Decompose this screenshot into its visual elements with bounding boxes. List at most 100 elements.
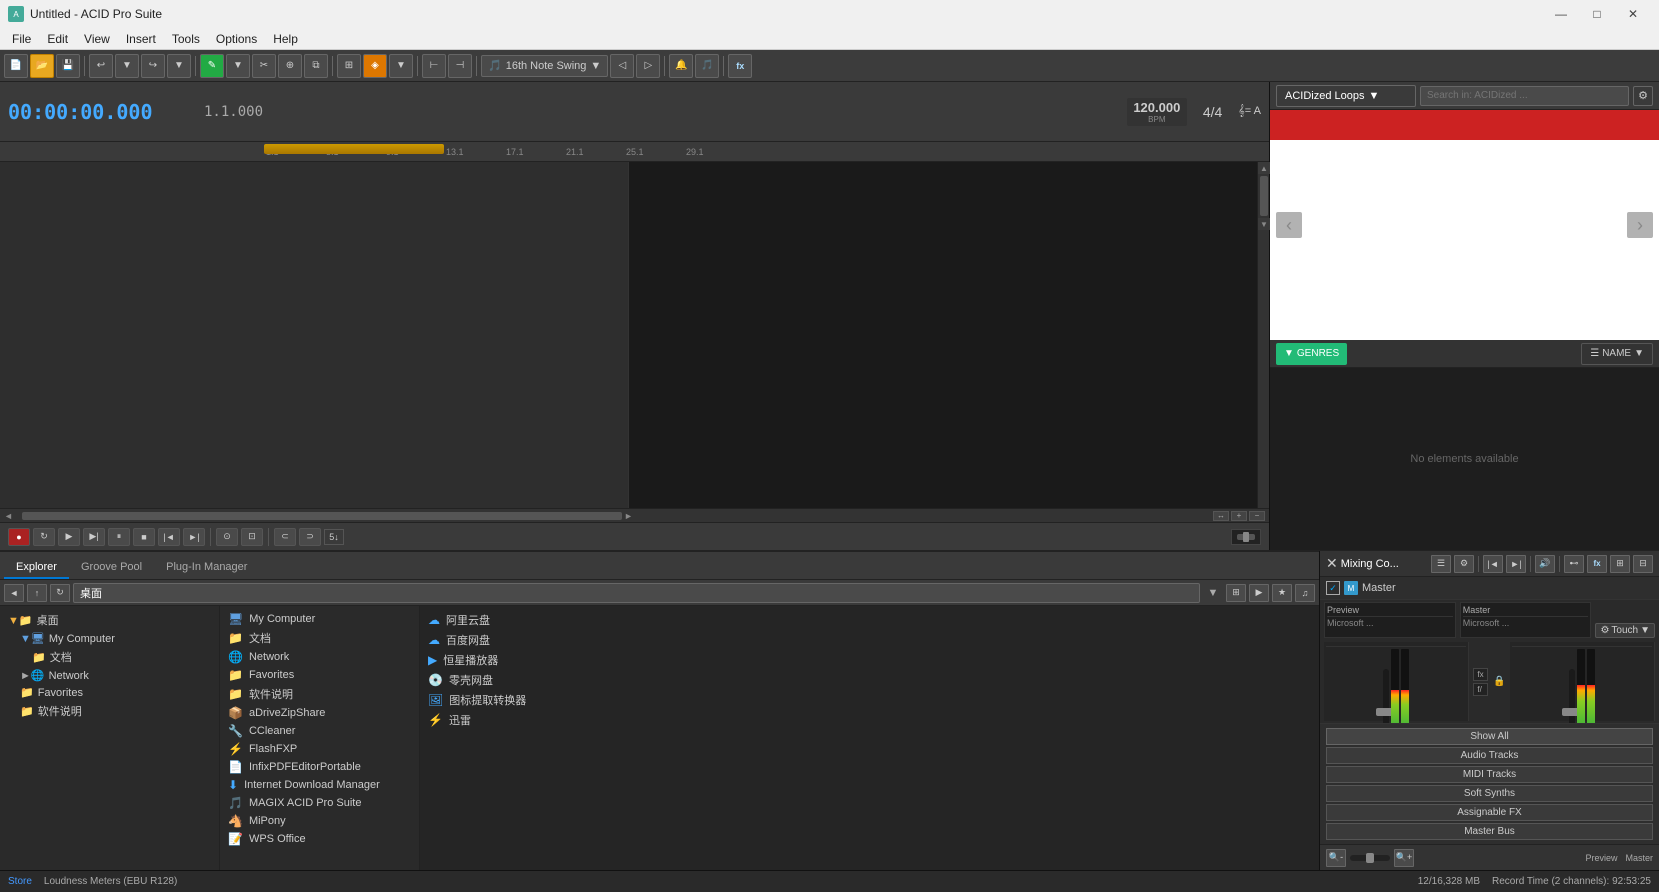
close-button[interactable]: ✕ [1615,0,1651,28]
save-button[interactable]: 💾 [56,54,80,78]
loop-dropdown[interactable]: ▼ [389,54,413,78]
maximize-button[interactable]: □ [1579,0,1615,28]
fx-route-btn-1[interactable]: fx [1473,668,1487,681]
loop-mode[interactable]: ⊙ [216,528,238,546]
undo-btn[interactable]: ↩ [89,54,113,78]
tab-explorer[interactable]: Explorer [4,557,69,579]
mix-settings-btn[interactable]: ⚙ [1454,555,1474,573]
glue-btn[interactable]: ⊣ [448,54,472,78]
file-favorites[interactable]: 📁 Favorites [224,666,415,684]
swing-plus[interactable]: ▷ [636,54,660,78]
acid-settings-btn[interactable]: ⚙ [1633,86,1653,106]
acid-prev-button[interactable]: ‹ [1276,212,1302,238]
audio-tracks-filter[interactable]: Audio Tracks [1326,747,1653,764]
trim-btn[interactable]: ⊢ [422,54,446,78]
mixing-close[interactable]: ✕ [1326,555,1338,572]
hscroll-left[interactable]: ◄ [4,511,16,521]
path-input[interactable] [73,583,1200,603]
mix-fx-btn[interactable]: fx [1587,555,1607,573]
acid-library-dropdown[interactable]: ACIDized Loops ▼ [1276,85,1416,107]
soft-synths-filter[interactable]: Soft Synths [1326,785,1653,802]
tree-software[interactable]: 📁 软件说明 [4,701,215,721]
mix-plugin-btn[interactable]: ⊞ [1610,555,1630,573]
snap-btn[interactable]: ⊞ [337,54,361,78]
tree-mycomputer[interactable]: ▼🖥 My Computer [4,630,215,647]
file-mycomputer[interactable]: 🖥 My Computer [224,610,415,628]
cut-btn[interactable]: ✂ [252,54,276,78]
master-bus-filter[interactable]: Master Bus [1326,823,1653,840]
menu-file[interactable]: File [4,30,39,48]
file-magix[interactable]: 🎵 MAGIX ACID Pro Suite [224,794,415,812]
draw-btn[interactable]: ✎ [200,54,224,78]
menu-insert[interactable]: Insert [118,30,164,48]
loop-marker[interactable] [264,144,444,154]
loop-btn[interactable]: ◈ [363,54,387,78]
file-hengxing[interactable]: ▶ 恒星播放器 [424,650,1315,670]
acid-next-button[interactable]: › [1627,212,1653,238]
hscroll-thumb[interactable] [22,512,622,520]
tab-plugin-manager[interactable]: Plug-In Manager [154,557,259,579]
file-lingke[interactable]: 💿 零壳网盘 [424,670,1315,690]
file-xunlei[interactable]: ⚡ 迅雷 [424,710,1315,730]
scroll-thumb[interactable] [1260,176,1268,216]
explorer-autoplay[interactable]: ♫ [1295,584,1315,602]
file-software[interactable]: 📁 软件说明 [224,684,415,704]
mix-prev-btn[interactable]: |◄ [1483,555,1503,573]
punch-in[interactable]: ⊂ [274,528,296,546]
stop-button[interactable]: ■ [133,528,155,546]
explorer-preview-toggle[interactable]: ▶ [1249,584,1269,602]
mix-zoom-slider[interactable] [1350,855,1390,861]
explorer-details[interactable]: ⊞ [1226,584,1246,602]
zoom-in[interactable]: + [1231,511,1247,521]
name-sort-button[interactable]: ☰ NAME ▼ [1581,343,1653,365]
fx-route-btn-2[interactable]: f/ [1473,683,1487,696]
menu-help[interactable]: Help [265,30,306,48]
prev-marker[interactable]: |◄ [158,528,180,546]
mix-zoom-in[interactable]: 🔍+ [1394,849,1414,867]
mix-zoom-out[interactable]: 🔍- [1326,849,1346,867]
file-tubiao[interactable]: 🖼 图标提取转换器 [424,690,1315,710]
file-mipony[interactable]: 🐴 MiPony [224,812,415,830]
count-in[interactable]: 5↓ [324,529,344,545]
vertical-scrollbar[interactable]: ▲ ▼ [1257,162,1269,508]
preview-fader[interactable] [1383,669,1389,723]
show-all-button[interactable]: Show All [1326,728,1653,745]
event-mode[interactable]: ⊡ [241,528,263,546]
play-from-start[interactable]: ▶| [83,528,105,546]
paste-btn[interactable]: ⧉ [304,54,328,78]
open-button[interactable]: 📂 [30,54,54,78]
undo-dropdown[interactable]: ▼ [115,54,139,78]
midi-tracks-filter[interactable]: MIDI Tracks [1326,766,1653,783]
menu-options[interactable]: Options [208,30,265,48]
draw-dropdown[interactable]: ▼ [226,54,250,78]
zoom-out[interactable]: − [1249,511,1265,521]
tree-desktop[interactable]: ▼📁 桌面 [4,610,215,630]
tree-documents[interactable]: 📁 文档 [4,647,215,667]
copy-btn[interactable]: ⊕ [278,54,302,78]
tracks-canvas[interactable] [629,162,1257,508]
minimize-button[interactable]: — [1543,0,1579,28]
mix-bus-btn[interactable]: ⊷ [1564,555,1584,573]
mix-vol-btn[interactable]: 🔊 [1535,555,1555,573]
assignable-fx-filter[interactable]: Assignable FX [1326,804,1653,821]
file-baidu[interactable]: ☁ 百度网盘 [424,630,1315,650]
tree-favorites[interactable]: 📁 Favorites [4,684,215,701]
file-alyun[interactable]: ☁ 阿里云盘 [424,610,1315,630]
file-wps[interactable]: 📝 WPS Office [224,830,415,848]
explorer-favorites[interactable]: ★ [1272,584,1292,602]
hscroll-right[interactable]: ► [624,511,636,521]
file-adrivezipshare[interactable]: 📦 aDriveZipShare [224,704,415,722]
swing-minus[interactable]: ◁ [610,54,634,78]
scroll-down[interactable]: ▼ [1258,218,1270,230]
record-button[interactable]: ● [8,528,30,546]
menu-edit[interactable]: Edit [39,30,76,48]
scroll-up[interactable]: ▲ [1258,162,1270,174]
pitch-btn[interactable]: 🎵 [695,54,719,78]
track-height-slider[interactable] [1231,529,1261,545]
pause-button[interactable]: ⏸ [108,528,130,546]
status-store[interactable]: Store [8,876,32,887]
new-button[interactable]: 📄 [4,54,28,78]
play-button[interactable]: ▶ [58,528,80,546]
metronome-btn[interactable]: 🔔 [669,54,693,78]
mix-zoom-thumb[interactable] [1366,853,1374,863]
